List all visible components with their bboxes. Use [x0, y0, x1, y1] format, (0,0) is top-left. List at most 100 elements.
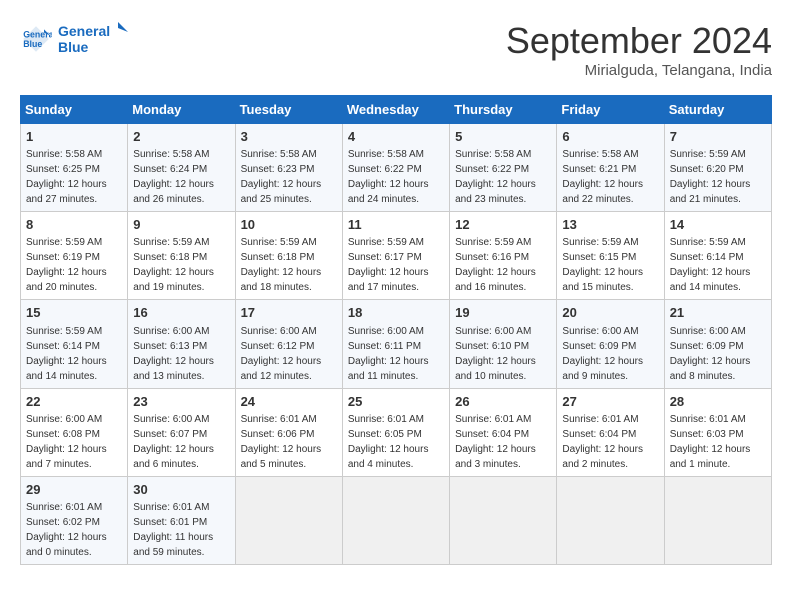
weekday-header-tuesday: Tuesday: [235, 96, 342, 124]
day-info: Sunrise: 6:01 AMSunset: 6:05 PMDaylight:…: [348, 414, 429, 470]
day-number: 14: [670, 216, 766, 234]
calendar-day-19: 19 Sunrise: 6:00 AMSunset: 6:10 PMDayligh…: [450, 300, 557, 388]
day-number: 13: [562, 216, 658, 234]
day-info: Sunrise: 5:59 AMSunset: 6:16 PMDaylight:…: [455, 237, 536, 293]
day-number: 8: [26, 216, 122, 234]
weekday-header-saturday: Saturday: [664, 96, 771, 124]
weekday-header-thursday: Thursday: [450, 96, 557, 124]
calendar-day-6: 6 Sunrise: 5:58 AMSunset: 6:21 PMDaylight…: [557, 124, 664, 212]
weekday-header-monday: Monday: [128, 96, 235, 124]
calendar-week-3: 15Sunrise: 5:59 AMSunset: 6:14 PMDayligh…: [21, 300, 772, 388]
calendar-day-3: 3 Sunrise: 5:58 AMSunset: 6:23 PMDaylight…: [235, 124, 342, 212]
calendar-day-20: 20 Sunrise: 6:00 AMSunset: 6:09 PMDayligh…: [557, 300, 664, 388]
logo-svg: General Blue: [58, 20, 128, 58]
calendar-day-23: 23 Sunrise: 6:00 AMSunset: 6:07 PMDayligh…: [128, 388, 235, 476]
day-number: 9: [133, 216, 229, 234]
calendar-day-10: 10Sunrise: 5:59 AMSunset: 6:18 PMDayligh…: [235, 212, 342, 300]
day-number: 4: [348, 128, 444, 146]
day-info: Sunrise: 5:58 AMSunset: 6:22 PMDaylight:…: [348, 149, 429, 205]
calendar-table: SundayMondayTuesdayWednesdayThursdayFrid…: [20, 95, 772, 565]
day-number: 18: [348, 304, 444, 322]
day-info: Sunrise: 6:01 AMSunset: 6:06 PMDaylight:…: [241, 414, 322, 470]
calendar-empty: [342, 476, 449, 564]
calendar-day-7: 7 Sunrise: 5:59 AMSunset: 6:20 PMDaylight…: [664, 124, 771, 212]
location: Mirialguda, Telangana, India: [506, 62, 772, 79]
calendar-day-26: 26Sunrise: 6:01 AMSunset: 6:04 PMDayligh…: [450, 388, 557, 476]
day-info: Sunrise: 5:59 AMSunset: 6:14 PMDaylight:…: [670, 237, 751, 293]
day-number: 5: [455, 128, 551, 146]
calendar-day-5: 5 Sunrise: 5:58 AMSunset: 6:22 PMDaylight…: [450, 124, 557, 212]
day-info: Sunrise: 6:01 AMSunset: 6:03 PMDaylight:…: [670, 414, 751, 470]
calendar-day-14: 14 Sunrise: 5:59 AMSunset: 6:14 PMDayligh…: [664, 212, 771, 300]
calendar-day-22: 22 Sunrise: 6:00 AMSunset: 6:08 PMDayligh…: [21, 388, 128, 476]
calendar-empty: [557, 476, 664, 564]
day-info: Sunrise: 5:58 AMSunset: 6:21 PMDaylight:…: [562, 149, 643, 205]
day-info: Sunrise: 6:00 AMSunset: 6:08 PMDaylight:…: [26, 414, 107, 470]
calendar-day-8: 8 Sunrise: 5:59 AMSunset: 6:19 PMDaylight…: [21, 212, 128, 300]
day-number: 28: [670, 393, 766, 411]
calendar-day-12: 12Sunrise: 5:59 AMSunset: 6:16 PMDayligh…: [450, 212, 557, 300]
calendar-week-5: 29Sunrise: 6:01 AMSunset: 6:02 PMDayligh…: [21, 476, 772, 564]
day-number: 30: [133, 481, 229, 499]
day-info: Sunrise: 6:00 AMSunset: 6:09 PMDaylight:…: [562, 326, 643, 382]
day-info: Sunrise: 5:58 AMSunset: 6:22 PMDaylight:…: [455, 149, 536, 205]
day-info: Sunrise: 6:01 AMSunset: 6:02 PMDaylight:…: [26, 502, 107, 558]
calendar-week-1: 1Sunrise: 5:58 AMSunset: 6:25 PMDaylight…: [21, 124, 772, 212]
day-number: 24: [241, 393, 337, 411]
day-info: Sunrise: 5:59 AMSunset: 6:15 PMDaylight:…: [562, 237, 643, 293]
calendar-day-29: 29Sunrise: 6:01 AMSunset: 6:02 PMDayligh…: [21, 476, 128, 564]
title-block: September 2024 Mirialguda, Telangana, In…: [506, 20, 772, 79]
day-info: Sunrise: 5:59 AMSunset: 6:18 PMDaylight:…: [133, 237, 214, 293]
calendar-day-9: 9 Sunrise: 5:59 AMSunset: 6:18 PMDaylight…: [128, 212, 235, 300]
day-info: Sunrise: 5:59 AMSunset: 6:19 PMDaylight:…: [26, 237, 107, 293]
day-info: Sunrise: 5:59 AMSunset: 6:20 PMDaylight:…: [670, 149, 751, 205]
svg-text:Blue: Blue: [23, 39, 42, 49]
day-number: 23: [133, 393, 229, 411]
calendar-day-15: 15Sunrise: 5:59 AMSunset: 6:14 PMDayligh…: [21, 300, 128, 388]
calendar-day-28: 28 Sunrise: 6:01 AMSunset: 6:03 PMDayligh…: [664, 388, 771, 476]
day-info: Sunrise: 5:59 AMSunset: 6:17 PMDaylight:…: [348, 237, 429, 293]
day-number: 15: [26, 304, 122, 322]
day-info: Sunrise: 6:00 AMSunset: 6:11 PMDaylight:…: [348, 326, 429, 382]
calendar-day-11: 11 Sunrise: 5:59 AMSunset: 6:17 PMDayligh…: [342, 212, 449, 300]
day-number: 3: [241, 128, 337, 146]
svg-text:Blue: Blue: [58, 39, 89, 55]
day-info: Sunrise: 5:58 AMSunset: 6:23 PMDaylight:…: [241, 149, 322, 205]
calendar-day-2: 2Sunrise: 5:58 AMSunset: 6:24 PMDaylight…: [128, 124, 235, 212]
weekday-header-sunday: Sunday: [21, 96, 128, 124]
month-title: September 2024: [506, 20, 772, 62]
day-info: Sunrise: 6:00 AMSunset: 6:13 PMDaylight:…: [133, 326, 214, 382]
calendar-empty: [450, 476, 557, 564]
calendar-empty: [664, 476, 771, 564]
day-number: 6: [562, 128, 658, 146]
day-number: 25: [348, 393, 444, 411]
day-info: Sunrise: 6:00 AMSunset: 6:07 PMDaylight:…: [133, 414, 214, 470]
calendar-day-21: 21Sunrise: 6:00 AMSunset: 6:09 PMDayligh…: [664, 300, 771, 388]
page-header: General Blue General Blue September 2024…: [20, 20, 772, 79]
day-info: Sunrise: 6:01 AMSunset: 6:01 PMDaylight:…: [133, 502, 213, 558]
calendar-day-27: 27Sunrise: 6:01 AMSunset: 6:04 PMDayligh…: [557, 388, 664, 476]
day-info: Sunrise: 5:58 AMSunset: 6:24 PMDaylight:…: [133, 149, 214, 205]
day-number: 16: [133, 304, 229, 322]
day-number: 20: [562, 304, 658, 322]
logo-icon: General Blue: [20, 23, 52, 55]
calendar-week-2: 8 Sunrise: 5:59 AMSunset: 6:19 PMDaylight…: [21, 212, 772, 300]
day-number: 22: [26, 393, 122, 411]
calendar-day-1: 1Sunrise: 5:58 AMSunset: 6:25 PMDaylight…: [21, 124, 128, 212]
calendar-day-13: 13 Sunrise: 5:59 AMSunset: 6:15 PMDayligh…: [557, 212, 664, 300]
weekday-header-wednesday: Wednesday: [342, 96, 449, 124]
day-info: Sunrise: 6:00 AMSunset: 6:10 PMDaylight:…: [455, 326, 536, 382]
day-number: 27: [562, 393, 658, 411]
day-number: 1: [26, 128, 122, 146]
day-number: 26: [455, 393, 551, 411]
day-number: 17: [241, 304, 337, 322]
calendar-day-30: 30 Sunrise: 6:01 AMSunset: 6:01 PMDayligh…: [128, 476, 235, 564]
day-number: 19: [455, 304, 551, 322]
weekday-header-row: SundayMondayTuesdayWednesdayThursdayFrid…: [21, 96, 772, 124]
weekday-header-friday: Friday: [557, 96, 664, 124]
day-number: 21: [670, 304, 766, 322]
calendar-day-18: 18 Sunrise: 6:00 AMSunset: 6:11 PMDayligh…: [342, 300, 449, 388]
day-number: 11: [348, 216, 444, 234]
calendar-day-24: 24 Sunrise: 6:01 AMSunset: 6:06 PMDayligh…: [235, 388, 342, 476]
day-number: 7: [670, 128, 766, 146]
